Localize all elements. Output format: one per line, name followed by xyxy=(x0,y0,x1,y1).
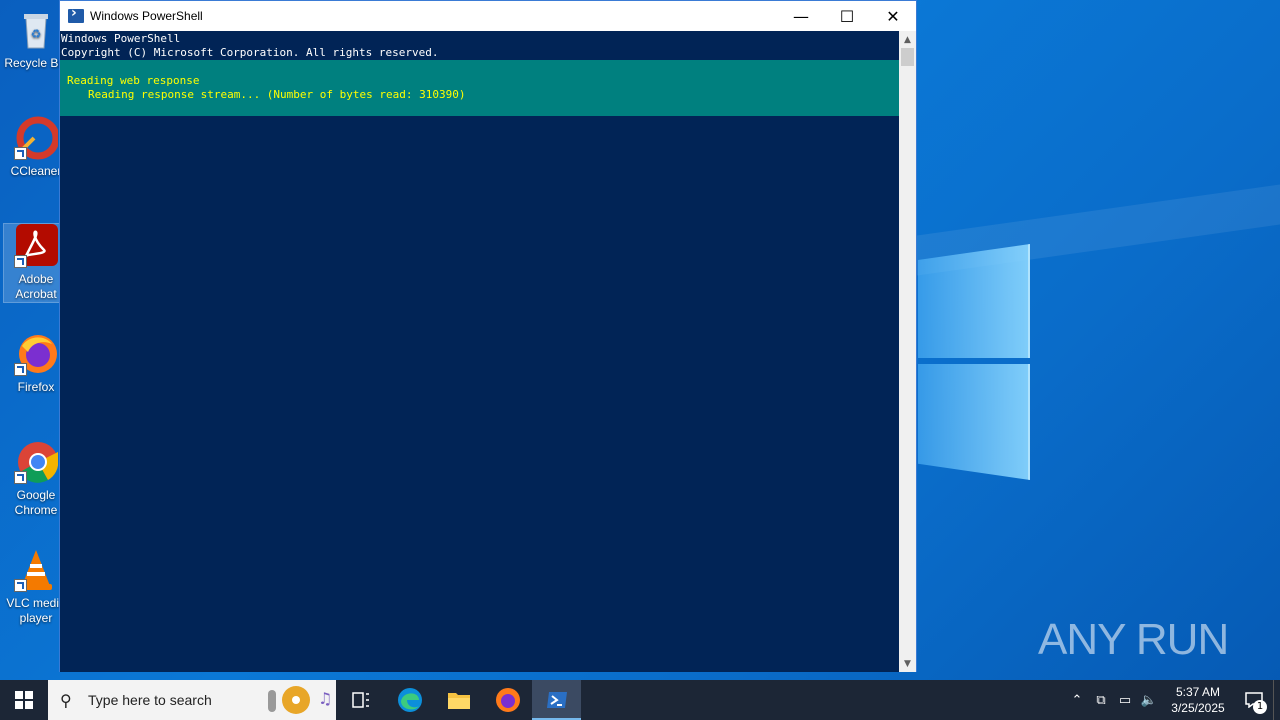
clock-time: 5:37 AM xyxy=(1175,685,1221,699)
maximize-button[interactable]: ☐ xyxy=(824,1,870,31)
taskbar-edge[interactable] xyxy=(385,680,434,720)
file-explorer-icon xyxy=(447,693,470,709)
windows-logo-wallpaper xyxy=(918,238,1030,482)
watermark-text: ANY RUN xyxy=(1038,615,1229,664)
shortcut-arrow-icon xyxy=(14,471,27,484)
search-icon: ⚲ xyxy=(60,690,72,710)
shortcut-arrow-icon xyxy=(14,579,27,592)
ccleaner-icon xyxy=(14,116,60,160)
network-icon[interactable]: ▭ xyxy=(1113,693,1137,708)
scroll-down-arrow-icon[interactable]: ▼ xyxy=(899,655,916,672)
vlc-icon xyxy=(14,548,58,592)
svg-text:♫: ♫ xyxy=(318,689,330,708)
taskbar-powershell[interactable] xyxy=(532,680,581,720)
close-button[interactable]: ✕ xyxy=(870,1,916,31)
window-title: Windows PowerShell xyxy=(90,9,203,23)
task-view-icon xyxy=(351,692,369,708)
adobe-acrobat-icon xyxy=(14,224,58,268)
task-view-button[interactable] xyxy=(336,680,385,720)
action-center-button[interactable]: 1 xyxy=(1235,680,1273,720)
notification-count-badge: 1 xyxy=(1253,700,1267,714)
taskbar-firefox[interactable] xyxy=(483,680,532,720)
system-tray: ⌃ ⧉ ▭ 🔈 5:37 AM 3/25/2025 1 xyxy=(1065,680,1280,720)
progress-status: Reading response stream... (Number of by… xyxy=(88,88,466,101)
console-header-line: Windows PowerShell xyxy=(61,32,181,45)
powershell-icon xyxy=(68,5,84,23)
taskbar-file-explorer[interactable] xyxy=(434,680,483,720)
scroll-up-arrow-icon[interactable]: ▲ xyxy=(899,31,916,48)
taskbar-search-box[interactable]: ⚲ Type here to search ♫ xyxy=(48,680,336,720)
chrome-icon xyxy=(14,440,59,484)
anyrun-watermark: ANY RUN xyxy=(1038,608,1238,672)
recycle-bin-icon: ♻ xyxy=(14,8,58,52)
progress-banner: Reading web response Reading response st… xyxy=(60,60,900,116)
show-desktop-button[interactable] xyxy=(1273,680,1280,720)
search-placeholder: Type here to search xyxy=(88,692,212,708)
taskbar-clock[interactable]: 5:37 AM 3/25/2025 xyxy=(1161,684,1235,716)
powershell-icon xyxy=(546,692,567,708)
window-titlebar[interactable]: Windows PowerShell — ☐ ✕ xyxy=(60,1,916,31)
console-output[interactable]: Windows PowerShell Copyright (C) Microso… xyxy=(60,31,900,672)
vertical-scrollbar[interactable]: ▲ ▼ xyxy=(899,31,916,672)
progress-activity: Reading web response xyxy=(67,74,200,87)
shortcut-arrow-icon xyxy=(14,147,27,160)
svg-text:♻: ♻ xyxy=(31,27,42,41)
taskbar: ⚲ Type here to search ♫ ⌃ ⧉ ▭ 🔈 5:37 AM … xyxy=(0,680,1280,720)
volume-icon[interactable]: 🔈 xyxy=(1137,693,1161,708)
chevron-up-icon[interactable]: ⌃ xyxy=(1065,693,1089,708)
shortcut-arrow-icon xyxy=(14,363,27,376)
shortcut-arrow-icon xyxy=(14,255,27,268)
network-device-icon[interactable]: ⧉ xyxy=(1089,693,1113,708)
search-highlight-icon: ♫ xyxy=(268,686,330,714)
firefox-icon xyxy=(14,332,58,376)
console-copyright-line: Copyright (C) Microsoft Corporation. All… xyxy=(61,46,439,59)
firefox-icon xyxy=(495,688,520,712)
minimize-button[interactable]: — xyxy=(778,1,824,31)
clock-date: 3/25/2025 xyxy=(1171,701,1225,715)
edge-icon xyxy=(397,688,422,712)
scrollbar-thumb[interactable] xyxy=(901,48,914,66)
start-button[interactable] xyxy=(0,680,48,720)
windows-start-icon xyxy=(15,691,33,709)
powershell-window[interactable]: Windows PowerShell — ☐ ✕ Windows PowerSh… xyxy=(59,0,917,672)
